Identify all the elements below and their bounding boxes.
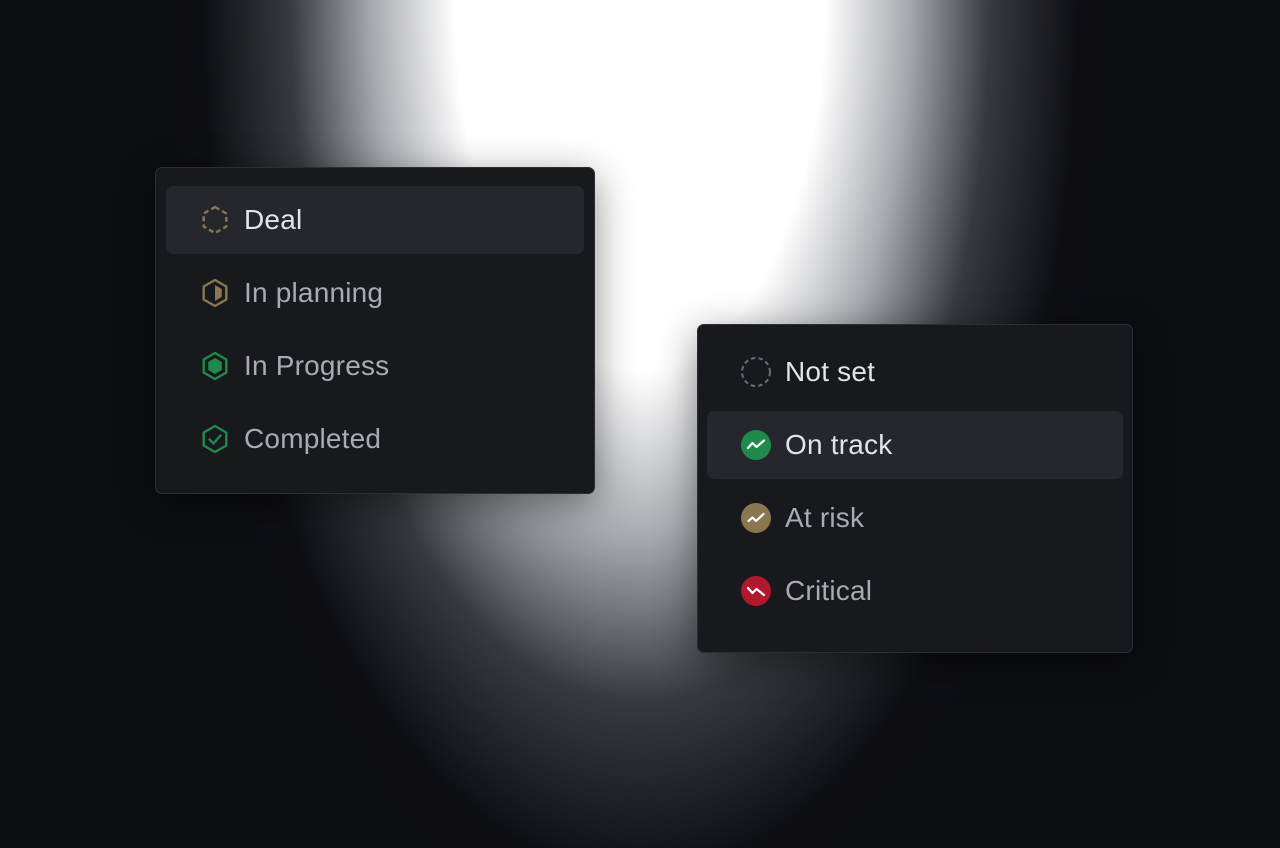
status-dropdown-menu: Deal In planning In Progress Completed bbox=[155, 167, 595, 494]
menu-item-label: In planning bbox=[244, 277, 384, 308]
menu-item-label: Critical bbox=[785, 575, 873, 606]
menu-item-not-set[interactable]: Not set bbox=[707, 338, 1123, 406]
trend-flat-circle-icon bbox=[740, 502, 772, 534]
menu-item-completed[interactable]: Completed bbox=[166, 405, 584, 473]
trend-down-circle-icon bbox=[740, 575, 772, 607]
menu-item-deal[interactable]: Deal bbox=[166, 186, 584, 254]
dashed-hexagon-icon bbox=[199, 204, 231, 236]
menu-item-label: Deal bbox=[244, 204, 303, 235]
menu-item-in-planning[interactable]: In planning bbox=[166, 259, 584, 327]
filled-hexagon-icon bbox=[199, 350, 231, 382]
menu-item-label: On track bbox=[785, 429, 893, 460]
half-hexagon-icon bbox=[199, 277, 231, 309]
menu-item-in-progress[interactable]: In Progress bbox=[166, 332, 584, 400]
menu-item-on-track[interactable]: On track bbox=[707, 411, 1123, 479]
menu-item-label: Not set bbox=[785, 356, 876, 387]
menu-item-label: Completed bbox=[244, 423, 382, 454]
menu-item-at-risk[interactable]: At risk bbox=[707, 484, 1123, 552]
dashed-circle-icon bbox=[740, 356, 772, 388]
menu-item-label: At risk bbox=[785, 502, 865, 533]
menu-item-critical[interactable]: Critical bbox=[707, 557, 1123, 625]
trend-up-circle-icon bbox=[740, 429, 772, 461]
check-hexagon-icon bbox=[199, 423, 231, 455]
menu-item-label: In Progress bbox=[244, 350, 390, 381]
health-dropdown-menu: Not set On track At risk Critical bbox=[697, 324, 1133, 653]
